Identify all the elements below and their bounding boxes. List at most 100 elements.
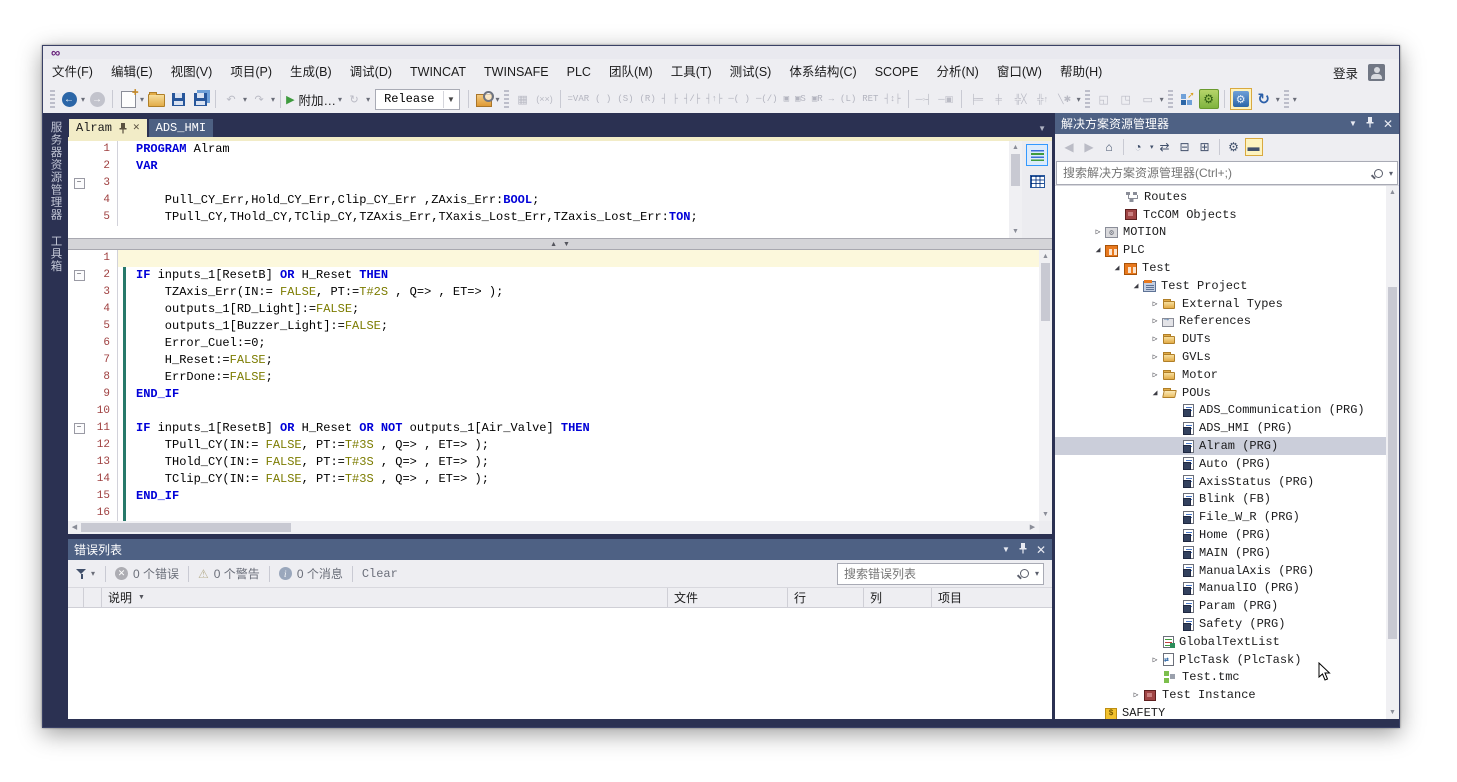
menu-item-SCOPE[interactable]: SCOPE	[866, 59, 928, 85]
expander-icon[interactable]: ◢	[1110, 263, 1124, 273]
comment-button[interactable]: (××)	[535, 88, 555, 110]
code-line[interactable]: 8 ErrDone:=FALSE;	[68, 369, 1039, 386]
code-line[interactable]: 3 TZAxis_Err(IN:= FALSE, PT:=T#2S , Q=> …	[68, 284, 1039, 301]
textual-view-button[interactable]	[1026, 144, 1048, 166]
messages-count[interactable]: 0 个消息	[297, 565, 343, 582]
tree-item-File_W_R (PRG)[interactable]: File_W_R (PRG)	[1055, 508, 1386, 526]
error-search-input[interactable]	[838, 567, 1020, 581]
edit-in-view-button[interactable]: ▦	[513, 88, 533, 110]
set-coil-icon[interactable]: (S)	[617, 94, 633, 104]
inline-block-button[interactable]: ─▣	[936, 88, 956, 110]
set-block-icon[interactable]: ▣S	[795, 94, 806, 104]
redo-dropdown[interactable]: ▾	[271, 95, 275, 104]
tree-item-PLC[interactable]: ◢PLC	[1055, 241, 1386, 259]
code-line[interactable]: 7 H_Reset:=FALSE;	[68, 352, 1039, 369]
column-header-文件[interactable]: 文件	[668, 588, 788, 607]
pending-changes-filter-icon-dropdown[interactable]: ▾	[1150, 143, 1154, 151]
tree-item-DUTs[interactable]: ▷DUTs	[1055, 330, 1386, 348]
menu-item-工具(T)[interactable]: 工具(T)	[662, 59, 721, 85]
code-text-area[interactable]	[117, 175, 1009, 192]
code-line[interactable]: −11IF inputs_1[ResetB] OR H_Reset OR NOT…	[68, 420, 1039, 437]
menu-item-编辑(E)[interactable]: 编辑(E)	[102, 59, 162, 85]
toolbar-overflow-dropdown[interactable]: ▾	[496, 95, 500, 104]
restart-twincat-button[interactable]: ↻	[1254, 88, 1274, 110]
code-line[interactable]: 1	[68, 250, 1039, 267]
menu-item-视图(V)[interactable]: 视图(V)	[162, 59, 222, 85]
back-icon[interactable]: ◀	[1060, 138, 1078, 156]
new-file-dropdown[interactable]: ▾	[140, 95, 144, 104]
expander-icon[interactable]: ◢	[1148, 388, 1162, 398]
menu-item-调试(D)[interactable]: 调试(D)	[341, 59, 401, 85]
check-up-button[interactable]: ╬↑	[1033, 88, 1053, 110]
clean-button[interactable]: ╲✱	[1055, 88, 1075, 110]
return-icon[interactable]: RET	[862, 94, 878, 104]
tree-item-AxisStatus (PRG)[interactable]: AxisStatus (PRG)	[1055, 473, 1386, 491]
toolbox-tab[interactable]: 工具箱	[48, 235, 64, 273]
code-text-area[interactable]	[117, 505, 1039, 521]
expander-icon[interactable]: ▷	[1148, 352, 1162, 362]
menu-item-帮助(H)[interactable]: 帮助(H)	[1051, 59, 1111, 85]
code-text-area[interactable]: TClip_CY(IN:= FALSE, PT:=T#3S , Q=> , ET…	[117, 471, 1039, 488]
tree-item-Home (PRG)[interactable]: Home (PRG)	[1055, 526, 1386, 544]
forward-icon[interactable]: ▶	[1080, 138, 1098, 156]
tree-item-Auto (PRG)[interactable]: Auto (PRG)	[1055, 455, 1386, 473]
code-text-area[interactable]: END_IF	[117, 488, 1039, 505]
code-line[interactable]: 14 TClip_CY(IN:= FALSE, PT:=T#3S , Q=> ,…	[68, 471, 1039, 488]
column-header-行[interactable]: 行	[788, 588, 864, 607]
tree-item-Motor[interactable]: ▷Motor	[1055, 366, 1386, 384]
tree-item-Routes[interactable]: Routes	[1055, 188, 1386, 206]
error-list-title-bar[interactable]: 错误列表 ▼ ✕	[68, 539, 1052, 560]
check-all-button[interactable]: ╬╳	[1011, 88, 1031, 110]
menu-item-文件(F)[interactable]: 文件(F)	[43, 59, 102, 85]
restart-dropdown[interactable]: ▾	[366, 95, 370, 104]
scope-window-button[interactable]: ◱	[1094, 88, 1114, 110]
sync-with-active-document-icon[interactable]: ⇄	[1156, 138, 1174, 156]
menu-item-分析(N)[interactable]: 分析(N)	[927, 59, 987, 85]
code-line[interactable]: 2VAR	[68, 158, 1009, 175]
pin-icon[interactable]	[1366, 117, 1374, 131]
expander-icon[interactable]: ▷	[1148, 299, 1162, 309]
tree-item-Param (PRG)[interactable]: Param (PRG)	[1055, 597, 1386, 615]
attach-dropdown[interactable]: ▾	[338, 95, 342, 104]
tab-alram[interactable]: Alram ✕	[69, 119, 147, 137]
tree-item-Blink (FB)[interactable]: Blink (FB)	[1055, 491, 1386, 509]
filter-dropdown[interactable]: ▾	[91, 569, 95, 578]
declaration-editor[interactable]: 1PROGRAM Alram2VAR−34 Pull_CY_Err,Hold_C…	[68, 141, 1052, 238]
pending-changes-filter-icon[interactable]: ◔	[1129, 138, 1147, 156]
contact-icon[interactable]: ┤ ├	[662, 94, 678, 104]
toolbar-overflow-dropdown[interactable]: ▾	[1077, 95, 1081, 104]
code-text-area[interactable]: TZAxis_Err(IN:= FALSE, PT:=T#2S , Q=> , …	[117, 284, 1039, 301]
menu-item-TWINSAFE[interactable]: TWINSAFE	[475, 59, 558, 85]
rising-edge-contact-icon[interactable]: ┤↑├	[706, 94, 722, 104]
code-text-area[interactable]: Error_Cuel:=0;	[117, 335, 1039, 352]
tab-ads-hmi[interactable]: ADS_HMI	[149, 119, 213, 137]
reset-coil-icon[interactable]: (R)	[640, 94, 656, 104]
code-line[interactable]: −3	[68, 175, 1009, 192]
tree-item-Test Instance[interactable]: ▷Test Instance	[1055, 686, 1386, 704]
search-icon[interactable]	[1374, 169, 1383, 178]
code-line[interactable]: 16	[68, 505, 1039, 521]
tree-item-MAIN (PRG)[interactable]: MAIN (PRG)	[1055, 544, 1386, 562]
expander-icon[interactable]: ◢	[1129, 281, 1143, 291]
tree-item-MOTION[interactable]: ▷MOTION	[1055, 224, 1386, 242]
code-text-area[interactable]: outputs_1[RD_Light]:=FALSE;	[117, 301, 1039, 318]
toolbar-drag-handle[interactable]	[504, 90, 509, 108]
toolbar-drag-handle[interactable]	[1168, 90, 1173, 108]
navigate-back-button[interactable]: ←	[59, 88, 79, 110]
warnings-count[interactable]: 0 个警告	[214, 565, 260, 582]
layers-button[interactable]: ▭	[1138, 88, 1158, 110]
reset-block-icon[interactable]: ▣R	[812, 94, 823, 104]
edge-detect-icon[interactable]: ┤↕├	[884, 94, 900, 104]
solution-tree-scrollbar[interactable]: ▲ ▼	[1386, 186, 1399, 719]
code-line[interactable]: 13 THold_CY(IN:= FALSE, PT:=T#3S , Q=> ,…	[68, 454, 1039, 471]
close-icon[interactable]: ✕	[133, 123, 140, 134]
expander-icon[interactable]: ◢	[1091, 245, 1105, 255]
negated-contact-icon[interactable]: ┤/├	[684, 94, 700, 104]
code-text-area[interactable]: ErrDone:=FALSE;	[117, 369, 1039, 386]
toolbar-drag-handle[interactable]	[1284, 90, 1289, 108]
declaration-scrollbar[interactable]: ▲ ▼	[1009, 141, 1022, 238]
error-list-body[interactable]	[68, 608, 1052, 719]
tree-item-ManualAxis (PRG)[interactable]: ManualAxis (PRG)	[1055, 562, 1386, 580]
code-text-area[interactable]: VAR	[117, 158, 1009, 175]
tree-item-Test Project[interactable]: ◢Test Project	[1055, 277, 1386, 295]
